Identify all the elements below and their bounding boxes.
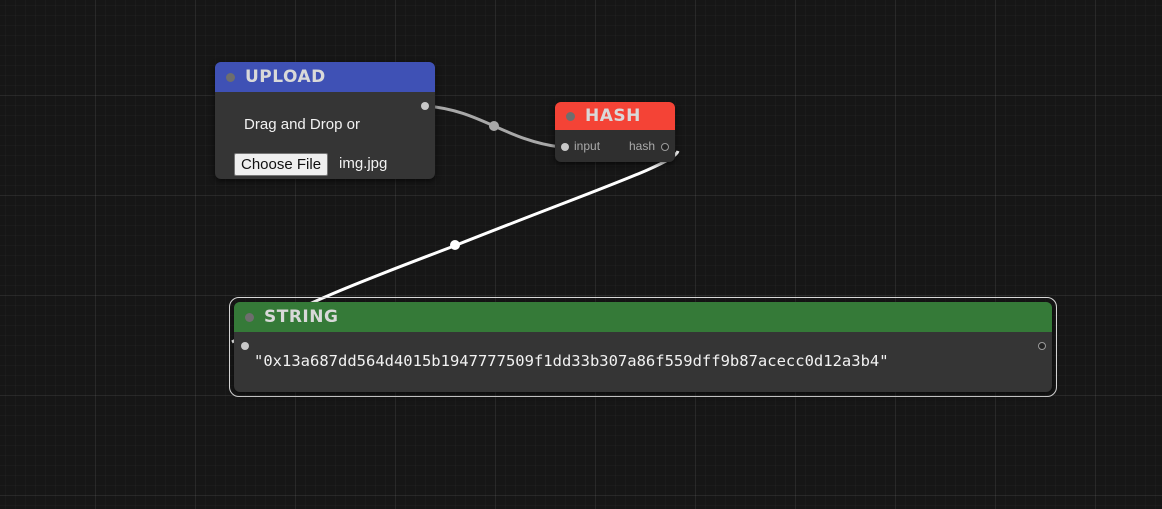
hash-input-label: input <box>574 139 601 153</box>
hash-output-label: hash <box>629 139 656 153</box>
drag-drop-text: Drag and Drop or <box>244 116 360 133</box>
hash-node[interactable]: HASH input hash <box>555 102 675 162</box>
string-value-text: "0x13a687dd564d4015b1947777509f1dd33b307… <box>254 352 889 370</box>
string-title-text: STRING <box>264 307 339 327</box>
upload-output-slot[interactable] <box>421 102 429 110</box>
collapse-dot-icon[interactable] <box>245 313 254 322</box>
collapse-dot-icon[interactable] <box>566 112 575 121</box>
string-node[interactable]: STRING "0x13a687dd564d4015b1947777509f1d… <box>234 302 1052 392</box>
hash-output-slot[interactable] <box>661 143 669 151</box>
upload-node-title[interactable]: UPLOAD <box>215 62 435 92</box>
string-input-slot[interactable] <box>241 342 249 350</box>
hash-node-title[interactable]: HASH <box>555 102 675 130</box>
hash-title-text: HASH <box>585 106 641 126</box>
collapse-dot-icon[interactable] <box>226 73 235 82</box>
hash-input-slot[interactable] <box>561 143 569 151</box>
upload-node[interactable]: UPLOAD Drag and Drop or Choose File img.… <box>215 62 435 179</box>
string-output-slot[interactable] <box>1038 342 1046 350</box>
string-node-title[interactable]: STRING <box>234 302 1052 332</box>
graph-canvas[interactable] <box>0 0 1162 509</box>
selected-file-name: img.jpg <box>339 155 388 172</box>
upload-title-text: UPLOAD <box>245 67 326 87</box>
choose-file-button[interactable]: Choose File <box>234 153 329 176</box>
